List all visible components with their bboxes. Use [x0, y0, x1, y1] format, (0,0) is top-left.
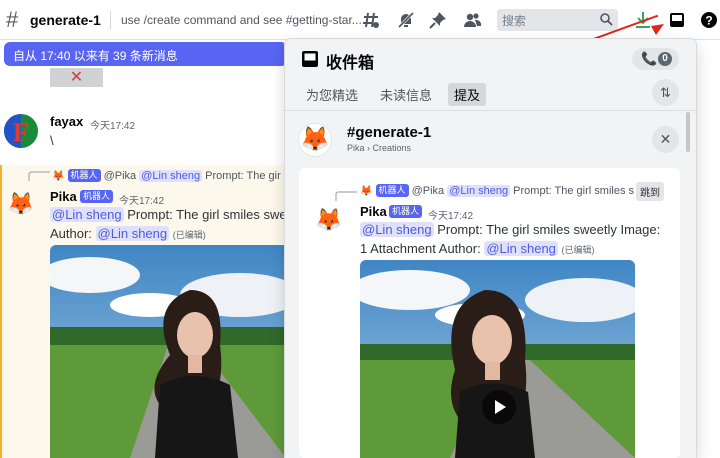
author-label: Author:	[50, 226, 92, 241]
mention[interactable]: @Lin sheng	[95, 226, 170, 241]
reply-user: @Pika	[103, 170, 137, 182]
mention-highlight-bar	[0, 165, 2, 458]
bot-badge: 机器人	[389, 205, 423, 218]
breadcrumb: Pika › Creations	[347, 143, 412, 153]
close-icon[interactable]: ✕	[652, 126, 679, 153]
timestamp: 今天17:42	[90, 121, 136, 132]
reply-text: Prompt: The gir	[205, 170, 281, 182]
pin-icon[interactable]	[428, 10, 448, 30]
message-author-line: Author: @Lin sheng (已编辑)	[50, 224, 206, 245]
attachment-image[interactable]	[50, 245, 286, 458]
username[interactable]: Pika	[360, 204, 387, 219]
fox-icon: 🦊	[360, 186, 373, 197]
divider	[110, 11, 111, 29]
hash-icon: #	[6, 7, 19, 32]
help-icon[interactable]: ?	[699, 10, 719, 30]
reply-preview[interactable]: 🦊 机器人 @Pika @Lin sheng Prompt: The girl …	[360, 184, 634, 197]
bot-badge: 机器人	[80, 190, 114, 203]
scrollbar[interactable]	[686, 112, 690, 152]
count-badge: 0	[658, 52, 672, 66]
reply-preview[interactable]: 🦊 机器人 @Pika @Lin sheng Prompt: The gir	[52, 169, 281, 182]
search-input[interactable]: 搜索	[497, 9, 618, 31]
attachment-image[interactable]	[360, 260, 635, 458]
tab-mentions[interactable]: 提及	[448, 83, 487, 106]
message-line2: 1 Attachment Author:	[360, 241, 481, 256]
message-text: @Lin sheng Prompt: The girl smiles sweet…	[360, 220, 660, 239]
message-body: Prompt: The girl smiles sweetly Image:	[437, 222, 661, 237]
inbox-title: 收件箱	[326, 55, 375, 72]
search-icon	[599, 12, 613, 29]
bot-badge: 机器人	[67, 169, 101, 182]
threads-icon[interactable]	[361, 10, 381, 30]
username[interactable]: fayax	[50, 114, 83, 129]
fox-icon: 🦊	[52, 171, 65, 182]
message-body: Prompt: The girl smiles swe	[127, 207, 287, 222]
avatar[interactable]: F	[4, 114, 38, 148]
reply-spine	[335, 191, 357, 201]
edited-label: (已编辑)	[172, 230, 206, 240]
mention[interactable]: @Lin sheng	[447, 185, 511, 197]
mention[interactable]: @Lin sheng	[139, 170, 203, 182]
message-text: \	[50, 133, 54, 148]
divider	[285, 110, 696, 111]
new-messages-bar[interactable]: 自从 17:40 以来有 39 条新消息	[4, 42, 287, 66]
search-placeholder: 搜索	[502, 14, 527, 28]
annotation-arrowhead	[651, 24, 664, 35]
inbox-icon[interactable]	[667, 10, 687, 30]
reply-text: Prompt: The girl smiles s	[513, 185, 634, 197]
tab-for-you[interactable]: 为您精选	[300, 83, 364, 106]
username[interactable]: Pika	[50, 189, 77, 204]
server-fox-icon[interactable]: 🦊	[299, 124, 331, 156]
close-icon[interactable]: ✕	[50, 68, 103, 87]
channel-topic[interactable]: use /create command and see #getting-sta…	[121, 13, 362, 27]
avatar-fox-icon[interactable]: 🦊	[7, 190, 35, 218]
reply-user: @Pika	[411, 185, 445, 197]
message-author-line: 1 Attachment Author: @Lin sheng (已编辑)	[360, 239, 595, 260]
mention[interactable]: @Lin sheng	[360, 222, 434, 237]
inbox-channel-name[interactable]: #generate-1	[347, 124, 431, 141]
svg-text:?: ?	[705, 14, 712, 28]
mention[interactable]: @Lin sheng	[484, 241, 558, 256]
inbox-icon	[302, 51, 318, 67]
jump-button[interactable]: 跳到	[636, 182, 664, 201]
member-list-icon[interactable]	[462, 10, 482, 30]
message-text: @Lin sheng Prompt: The girl smiles swe	[50, 205, 287, 224]
avatar-fox-icon[interactable]: 🦊	[315, 206, 343, 234]
edited-label: (已编辑)	[561, 245, 595, 255]
phone-icon: 📞	[641, 51, 658, 66]
play-icon[interactable]	[482, 390, 516, 424]
tab-unread[interactable]: 未读信息	[374, 83, 438, 106]
channel-header: # generate-1 use /create command and see…	[0, 0, 720, 40]
bot-badge: 机器人	[375, 184, 409, 197]
channel-name: generate-1	[30, 12, 101, 28]
reply-spine	[28, 171, 50, 181]
mute-notifications-icon[interactable]	[396, 10, 416, 30]
inbox-count-pill[interactable]: 📞 0	[632, 48, 679, 70]
mention[interactable]: @Lin sheng	[50, 207, 124, 222]
filter-icon[interactable]: ⇅	[652, 79, 679, 106]
